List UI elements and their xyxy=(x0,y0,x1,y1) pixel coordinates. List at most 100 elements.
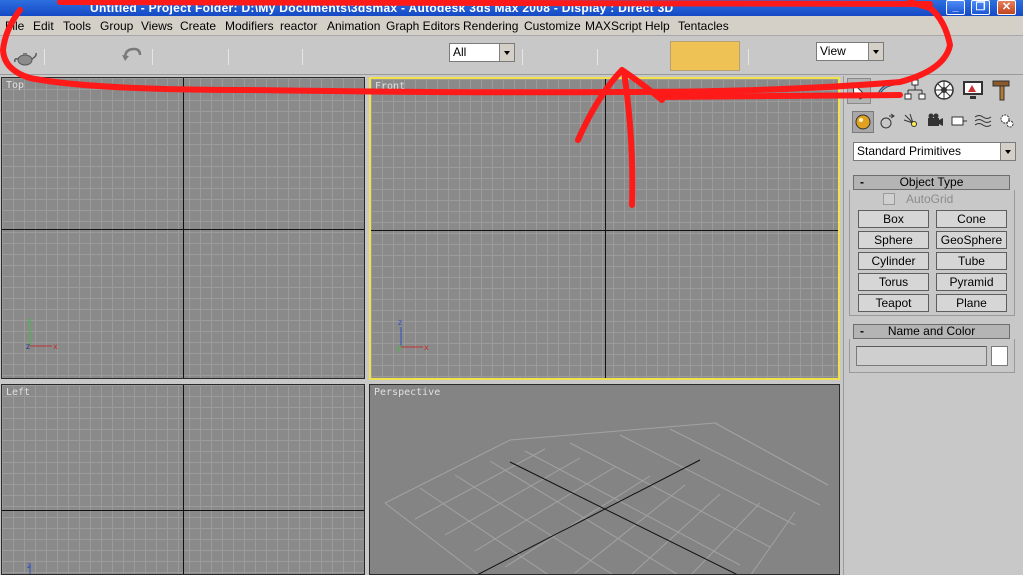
object-color-swatch[interactable] xyxy=(991,346,1008,366)
menu-help[interactable]: Help xyxy=(645,16,670,36)
teapot-icon[interactable] xyxy=(12,49,38,67)
menu-bar: File Edit Tools Group Views Create Modif… xyxy=(0,16,1023,36)
box-button[interactable]: Box xyxy=(858,210,929,228)
systems-gear-icon xyxy=(1000,114,1014,128)
subtab-geometry[interactable] xyxy=(852,111,874,133)
axis-tripod-icon: z x y xyxy=(397,318,429,352)
sphere-button[interactable]: Sphere xyxy=(858,231,929,249)
close-icon: ✕ xyxy=(1001,1,1012,13)
tab-modify[interactable] xyxy=(874,78,898,104)
axis-z-label: z xyxy=(398,318,402,327)
maximize-button[interactable]: ❐ xyxy=(971,0,990,15)
cylinder-button[interactable]: Cylinder xyxy=(858,252,929,270)
shapes-icon xyxy=(880,113,895,129)
selection-filter-value: All xyxy=(453,45,467,59)
maximize-icon: ❐ xyxy=(975,1,986,13)
chevron-down-icon xyxy=(868,43,883,60)
menu-animation[interactable]: Animation xyxy=(327,16,380,36)
menu-create[interactable]: Create xyxy=(180,16,216,36)
viewport-label-top[interactable]: Top xyxy=(6,80,24,91)
autogrid-checkbox[interactable] xyxy=(883,193,895,205)
menu-tools[interactable]: Tools xyxy=(63,16,91,36)
close-button[interactable]: ✕ xyxy=(997,0,1016,15)
space-warp-icon xyxy=(974,115,992,127)
subtab-systems[interactable] xyxy=(997,111,1019,133)
toolbar-separator xyxy=(228,49,229,65)
menu-reactor[interactable]: reactor xyxy=(280,16,317,36)
create-arrow-icon xyxy=(852,81,865,100)
menu-file[interactable]: File xyxy=(5,16,24,36)
subtab-cameras[interactable] xyxy=(925,111,947,133)
tab-motion[interactable] xyxy=(932,78,956,104)
minimize-icon: _ xyxy=(952,1,959,13)
axis-z-label: z xyxy=(26,342,30,351)
axis-y-label: y xyxy=(27,316,32,325)
toolbar-separator xyxy=(597,49,598,65)
sphere-icon xyxy=(855,114,871,130)
axis-tripod-icon: y x z xyxy=(26,316,58,351)
object-name-field[interactable] xyxy=(856,346,987,366)
autogrid-label: AutoGrid xyxy=(906,192,954,206)
viewport-label-left[interactable]: Left xyxy=(6,387,30,398)
geosphere-button[interactable]: GeoSphere xyxy=(936,231,1007,249)
perspective-grid xyxy=(384,422,829,574)
menu-maxscript[interactable]: MAXScript xyxy=(585,16,642,36)
window-title: Untitled - Project Folder: D:\My Documen… xyxy=(90,1,674,15)
viewport-left[interactable]: Left z xyxy=(1,384,365,575)
tab-display[interactable] xyxy=(961,78,985,104)
tube-button[interactable]: Tube xyxy=(936,252,1007,270)
grid-axis-vertical xyxy=(605,79,606,378)
plane-button[interactable]: Plane xyxy=(936,294,1007,312)
hierarchy-icon xyxy=(904,79,926,100)
motion-wheel-icon xyxy=(934,80,954,100)
object-type-rollout-header[interactable]: - Object Type xyxy=(853,175,1010,190)
axis-tripod-icon: z xyxy=(27,561,31,574)
toolbar-color-swatch[interactable] xyxy=(670,41,740,71)
subtab-helpers[interactable] xyxy=(949,111,971,133)
utilities-hammer-icon xyxy=(992,80,1010,101)
axis-y-label: y xyxy=(397,343,402,352)
camera-icon xyxy=(928,113,943,126)
subtab-lights[interactable] xyxy=(901,111,923,133)
helper-tape-icon xyxy=(951,116,967,126)
menu-rendering[interactable]: Rendering xyxy=(463,16,518,36)
tab-create[interactable] xyxy=(847,78,871,104)
menu-tentacles[interactable]: Tentacles xyxy=(678,16,729,36)
viewport-label-front[interactable]: Front xyxy=(375,81,405,92)
viewport-top[interactable]: Top y x z xyxy=(1,77,365,379)
viewport-perspective[interactable]: Perspective xyxy=(369,384,840,575)
toolbar-separator xyxy=(302,49,303,65)
tab-hierarchy[interactable] xyxy=(903,78,927,104)
torus-button[interactable]: Torus xyxy=(858,273,929,291)
modify-bend-icon xyxy=(876,82,895,99)
category-value: Standard Primitives xyxy=(857,144,962,158)
menu-customize[interactable]: Customize xyxy=(524,16,581,36)
tab-utilities[interactable] xyxy=(990,78,1014,104)
toolbar-separator xyxy=(748,49,749,65)
cone-button[interactable]: Cone xyxy=(936,210,1007,228)
main-toolbar: All View xyxy=(0,37,1023,75)
menu-views[interactable]: Views xyxy=(141,16,173,36)
menu-graph-editors[interactable]: Graph Editors xyxy=(386,16,460,36)
reference-coord-dropdown[interactable]: View xyxy=(816,42,884,61)
teapot-button[interactable]: Teapot xyxy=(858,294,929,312)
light-icon xyxy=(903,113,917,127)
name-and-color-rollout-header[interactable]: - Name and Color xyxy=(853,324,1010,339)
undo-icon[interactable] xyxy=(120,44,144,68)
subtab-shapes[interactable] xyxy=(877,111,899,133)
axis-x-label: x xyxy=(53,342,58,351)
category-dropdown[interactable]: Standard Primitives xyxy=(853,142,1016,161)
viewport-front[interactable]: Front z x y xyxy=(369,77,840,380)
display-monitor-icon xyxy=(963,81,983,99)
selection-filter-dropdown[interactable]: All xyxy=(449,43,515,62)
minimize-button[interactable]: _ xyxy=(946,0,965,15)
name-and-color-title: Name and Color xyxy=(887,324,976,338)
subtab-space-warps[interactable] xyxy=(973,111,995,133)
reference-coord-value: View xyxy=(820,44,846,58)
pyramid-button[interactable]: Pyramid xyxy=(936,273,1007,291)
menu-edit[interactable]: Edit xyxy=(33,16,54,36)
menu-modifiers[interactable]: Modifiers xyxy=(225,16,274,36)
menu-group[interactable]: Group xyxy=(100,16,133,36)
toolbar-separator xyxy=(522,49,523,65)
title-bar: Untitled - Project Folder: D:\My Documen… xyxy=(0,0,1023,16)
